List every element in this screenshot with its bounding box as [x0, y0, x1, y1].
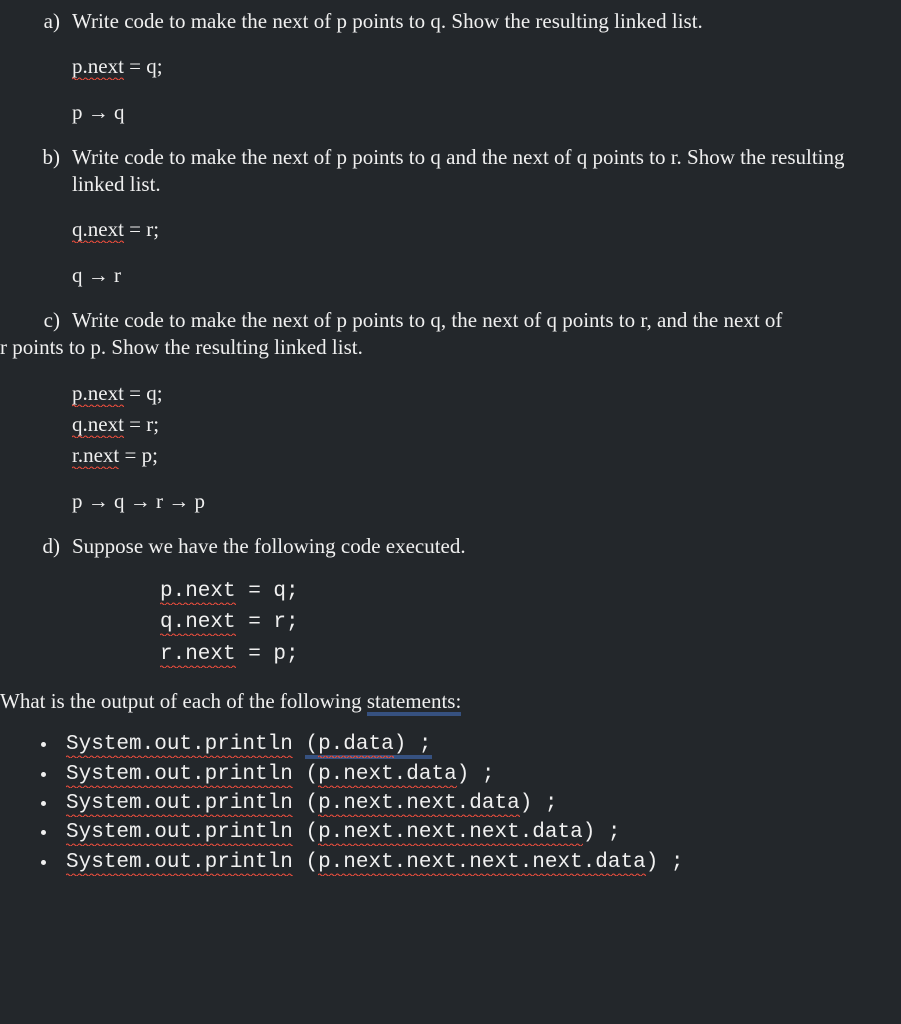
code-d-line3: r.next = p;: [160, 641, 891, 668]
out-l3c: ) ;: [520, 792, 558, 815]
out-sp: [293, 763, 306, 786]
question-c-row: c) Write code to make the next of p poin…: [0, 307, 891, 334]
result-c-p2: p: [189, 489, 205, 513]
code-d-line1: p.next = q;: [160, 578, 891, 605]
out-l5b: p.next.next.next.next.data: [318, 851, 646, 876]
code-d3a: r.next: [160, 643, 236, 668]
output-prompt: What is the output of each of the follow…: [0, 688, 891, 715]
code-c2-rest: = r;: [124, 412, 159, 436]
code-d2b: = r;: [236, 611, 299, 634]
label-c: c): [0, 307, 72, 334]
question-d-text: Suppose we have the following code execu…: [72, 533, 891, 560]
question-b: b) Write code to make the next of p poin…: [0, 144, 891, 289]
document-page: a) Write code to make the next of p poin…: [0, 0, 901, 1024]
out-l4b: p.next.next.next.data: [318, 821, 583, 846]
list-item: System.out.println (p.next.next.data) ;: [58, 790, 891, 817]
question-d-row: d) Suppose we have the following code ex…: [0, 533, 891, 560]
code-d1b: = q;: [236, 580, 299, 603]
arrow-icon: →: [168, 489, 189, 513]
result-b-r: r: [109, 263, 121, 287]
result-a-p: p: [72, 100, 88, 124]
code-d2a: q.next: [160, 611, 236, 636]
output-prompt-1: What is the output of each of the follow…: [0, 689, 367, 713]
arrow-icon: →: [88, 263, 109, 287]
output-statements: System.out.println (p.data) ; System.out…: [0, 731, 891, 875]
code-c-line1: p.next = q;: [72, 380, 891, 407]
output-prompt-2: statements:: [367, 689, 461, 716]
list-item: System.out.println (p.data) ;: [58, 731, 891, 758]
label-d: d): [0, 533, 72, 560]
code-c3: r.next: [72, 443, 119, 469]
question-a: a) Write code to make the next of p poin…: [0, 8, 891, 126]
question-b-row: b) Write code to make the next of p poin…: [0, 144, 891, 199]
code-c-line3: r.next = p;: [72, 442, 891, 469]
code-d3b: = p;: [236, 643, 299, 666]
code-c-line2: q.next = r;: [72, 411, 891, 438]
question-d: d) Suppose we have the following code ex…: [0, 533, 891, 668]
out-sp: [293, 792, 306, 815]
out-sys: System.out.println: [66, 733, 293, 758]
result-b: q → r: [0, 262, 891, 289]
result-c-p: p: [72, 489, 88, 513]
result-c: p → q → r → p: [0, 488, 891, 515]
code-b-span: q.next: [72, 217, 124, 243]
question-c: c) Write code to make the next of p poin…: [0, 307, 891, 515]
code-a-rest: = q;: [124, 54, 163, 78]
out-l2c: ) ;: [457, 763, 495, 786]
out-l4c: ) ;: [583, 821, 621, 844]
code-d-line2: q.next = r;: [160, 609, 891, 636]
code-c3-rest: = p;: [119, 443, 158, 467]
out-sys: System.out.println: [66, 851, 293, 876]
out-l1: (p.data) ;: [305, 733, 431, 759]
out-l3b: p.next.next.data: [318, 792, 520, 817]
out-sys: System.out.println: [66, 792, 293, 817]
code-d1a: p.next: [160, 580, 236, 605]
label-b: b): [0, 144, 72, 171]
result-c-q: q: [109, 489, 130, 513]
question-a-row: a) Write code to make the next of p poin…: [0, 8, 891, 35]
arrow-icon: →: [88, 489, 109, 513]
question-c-text-2: r points to p. Show the resulting linked…: [0, 334, 891, 361]
arrow-icon: →: [88, 100, 109, 124]
question-b-text: Write code to make the next of p points …: [72, 144, 891, 199]
code-c1: p.next: [72, 381, 124, 407]
result-a-q: q: [109, 100, 125, 124]
code-c: p.next = q; q.next = r; r.next = p;: [0, 380, 891, 470]
question-c-text-1: Write code to make the next of p points …: [72, 307, 891, 334]
out-sp: [293, 851, 306, 874]
out-sys: System.out.println: [66, 821, 293, 846]
list-item: System.out.println (p.next.data) ;: [58, 761, 891, 788]
code-b-rest: = r;: [124, 217, 159, 241]
label-a: a): [0, 8, 72, 35]
code-b: q.next = r;: [0, 216, 891, 243]
out-l2a: (: [305, 763, 318, 786]
result-b-q: q: [72, 263, 88, 287]
list-item: System.out.println (p.next.next.next.dat…: [58, 819, 891, 846]
arrow-icon: →: [130, 489, 151, 513]
out-l5a: (: [305, 851, 318, 874]
out-l2b: p.next.data: [318, 763, 457, 788]
code-d: p.next = q; q.next = r; r.next = p;: [0, 578, 891, 668]
code-c2: q.next: [72, 412, 124, 438]
out-l5c: ) ;: [646, 851, 684, 874]
code-c1-rest: = q;: [124, 381, 163, 405]
out-l3a: (: [305, 792, 318, 815]
out-l4a: (: [305, 821, 318, 844]
question-a-text: Write code to make the next of p points …: [72, 8, 891, 35]
code-a-span: p.next: [72, 54, 124, 80]
list-item: System.out.println (p.next.next.next.nex…: [58, 849, 891, 876]
result-a: p → q: [0, 99, 891, 126]
out-sys: System.out.println: [66, 763, 293, 788]
result-c-r: r: [151, 489, 169, 513]
code-a: p.next = q;: [0, 53, 891, 80]
out-sp: [293, 821, 306, 844]
out-sp: [293, 733, 306, 756]
